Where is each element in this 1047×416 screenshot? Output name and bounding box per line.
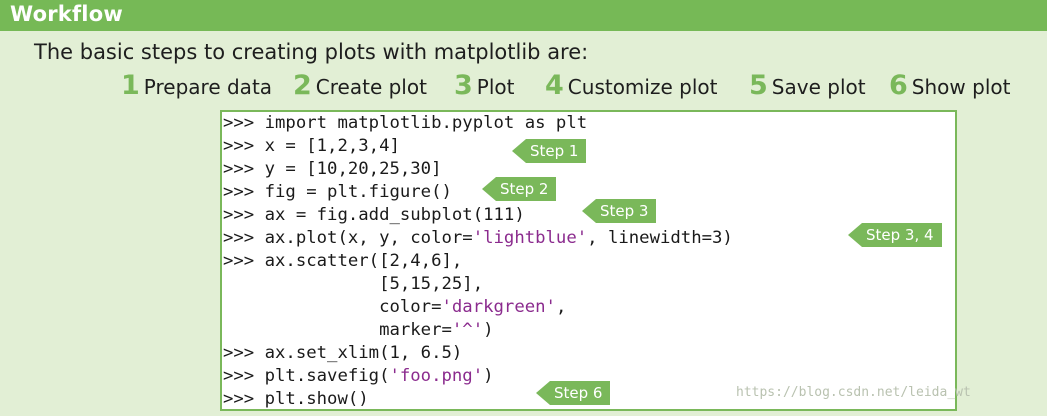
code-line: >>> plt.savefig('foo.png') (222, 365, 494, 388)
step-number: 5 (749, 70, 768, 101)
step-tag-2: Step 2 (481, 177, 557, 201)
step-item-1: 1 Prepare data (121, 70, 272, 101)
step-tag-3: Step 3 (581, 199, 657, 223)
code-text: >>> ax.scatter([2,4,6], (223, 251, 463, 271)
code-text: >>> ax = fig.add_subplot(111) (223, 205, 525, 225)
step-number: 1 (121, 70, 140, 101)
code-string: 'lightblue' (472, 228, 588, 248)
step-tag-1: Step 1 (511, 139, 587, 163)
workflow-header: Workflow (0, 0, 1047, 31)
header-title: Workflow (10, 2, 123, 26)
code-string: 'foo.png' (389, 366, 484, 386)
step-label: Customize plot (567, 75, 718, 99)
code-text: >>> plt.savefig( (223, 366, 390, 386)
step-item-3: 3 Plot (454, 70, 515, 101)
code-line: >>> ax = fig.add_subplot(111) (222, 204, 525, 227)
code-text: color= (223, 297, 442, 317)
code-text: >>> y = [10,20,25,30] (223, 159, 442, 179)
step-item-4: 4 Customize plot (545, 70, 717, 101)
code-text: [5,15,25], (223, 274, 484, 294)
step-label: Save plot (771, 75, 866, 99)
code-string: '^' (451, 320, 484, 340)
intro-text: The basic steps to creating plots with m… (34, 40, 589, 64)
step-item-5: 5 Save plot (749, 70, 866, 101)
watermark-text: https://blog.csdn.net/leida_wt (736, 385, 971, 400)
step-item-6: 6 Show plot (889, 70, 1010, 101)
step-item-2: 2 Create plot (293, 70, 427, 101)
code-line: >>> ax.set_xlim(1, 6.5) (222, 342, 462, 365)
step-number: 3 (454, 70, 473, 101)
code-text: >>> fig = plt.figure() (223, 182, 452, 202)
code-line: >>> y = [10,20,25,30] (222, 158, 442, 181)
code-text: , (555, 297, 567, 317)
code-text: marker= (223, 320, 452, 340)
code-text: ) (483, 366, 494, 386)
code-line: >>> fig = plt.figure() (222, 181, 452, 204)
step-number: 6 (889, 70, 908, 101)
code-line: color='darkgreen', (222, 296, 566, 319)
code-line: >>> ax.scatter([2,4,6], (222, 250, 462, 273)
code-line: >>> import matplotlib.pyplot as plt (222, 112, 587, 135)
code-line: >>> plt.show() (222, 388, 369, 411)
code-text: >>> x = [1,2,3,4] (223, 136, 400, 156)
step-label: Show plot (911, 75, 1011, 99)
code-line: >>> ax.plot(x, y, color='lightblue', lin… (222, 227, 733, 250)
code-block: >>> import matplotlib.pyplot as plt >>> x… (220, 110, 957, 411)
step-label: Prepare data (143, 75, 273, 99)
step-number: 2 (293, 70, 312, 101)
step-number: 4 (545, 70, 564, 101)
step-label: Plot (476, 75, 515, 99)
step-label: Create plot (315, 75, 427, 99)
code-text: >>> plt.show() (223, 389, 369, 409)
code-text: >>> import matplotlib.pyplot as plt (223, 113, 588, 133)
code-line: marker='^') (222, 319, 494, 342)
code-line: >>> x = [1,2,3,4] (222, 135, 400, 158)
step-tag-6: Step 6 (535, 381, 611, 405)
steps-row: 1 Prepare data 2 Create plot 3 Plot 4 Custom… (121, 70, 1031, 104)
code-text: >>> ax.plot(x, y, color= (223, 228, 473, 248)
code-string: 'darkgreen' (441, 297, 556, 317)
code-text: ) (483, 320, 494, 340)
step-tag-3-4: Step 3, 4 (848, 223, 942, 247)
code-line: [5,15,25], (222, 273, 483, 296)
code-text: , linewidth=3) (587, 228, 733, 248)
code-text: >>> ax.set_xlim(1, 6.5) (223, 343, 463, 363)
